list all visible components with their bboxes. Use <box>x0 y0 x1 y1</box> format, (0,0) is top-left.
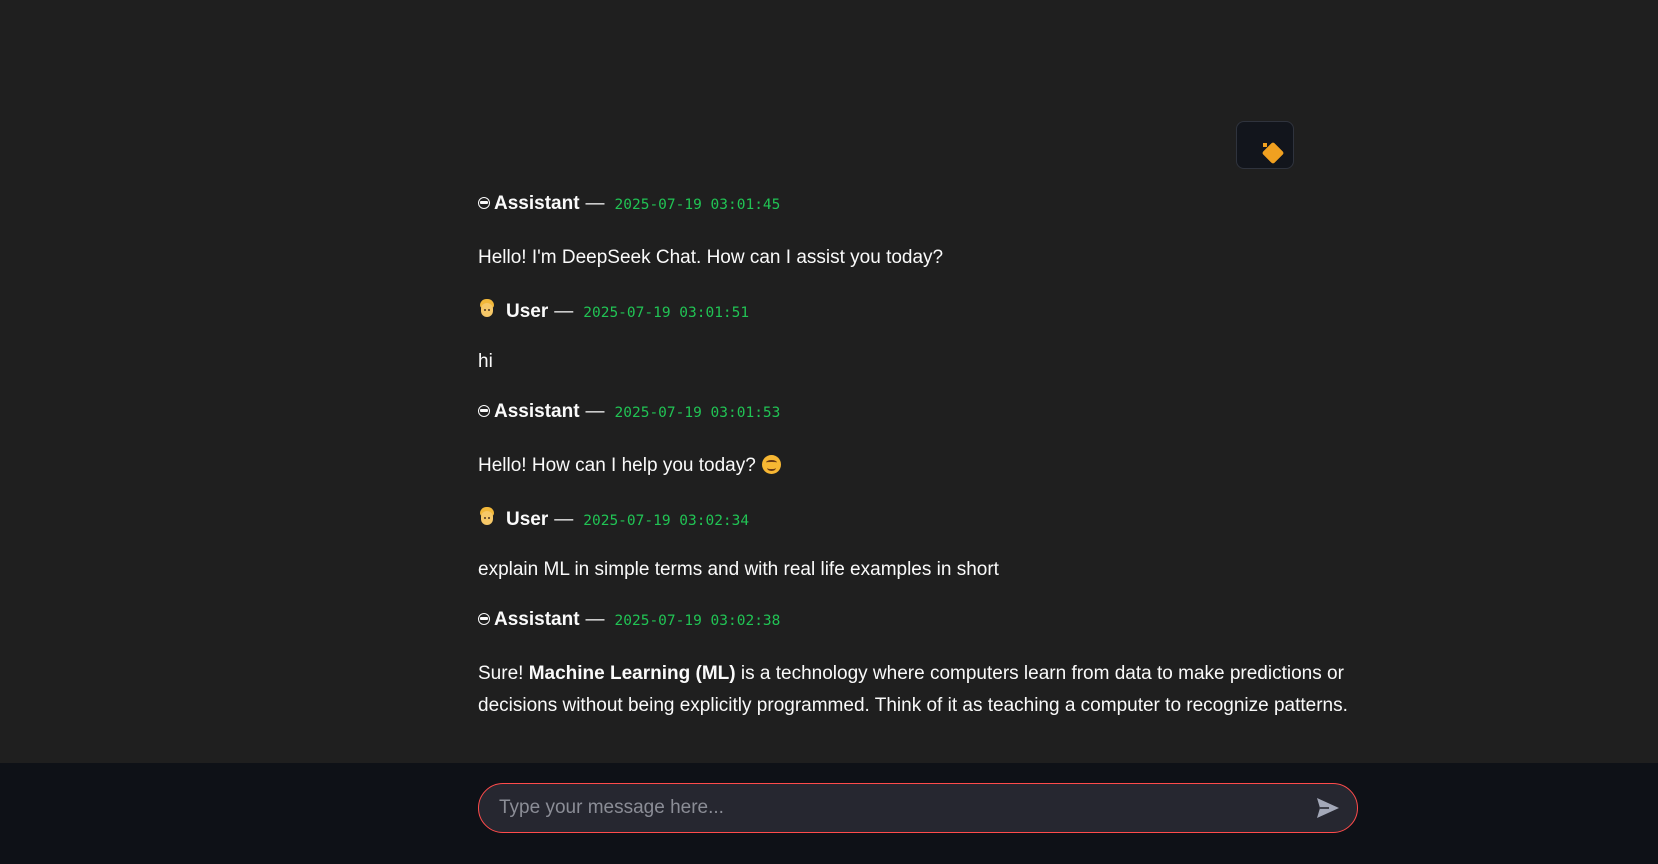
robot-icon <box>478 405 490 417</box>
message-header: Assistant — 2025-07-19 03:01:53 <box>478 401 780 423</box>
message-role: Assistant <box>494 609 580 630</box>
message-timestamp: 2025-07-19 03:02:34 <box>583 513 750 529</box>
separator: — <box>585 609 605 630</box>
message-role: Assistant <box>494 401 580 422</box>
user-avatar-icon <box>478 507 496 527</box>
send-icon <box>1317 798 1339 818</box>
message-text: Hello! I'm DeepSeek Chat. How can I assi… <box>478 247 944 268</box>
separator: — <box>554 301 574 322</box>
separator: — <box>554 509 574 530</box>
message-text: Hello! How can I help you today? <box>478 450 1358 482</box>
separator: — <box>585 401 605 422</box>
theme-toggle-button[interactable] <box>1236 121 1294 169</box>
chat-app: Assistant — 2025-07-19 03:01:45 Hello! I… <box>0 0 1658 864</box>
message-role: User <box>506 301 549 322</box>
chat-input[interactable] <box>479 784 1303 832</box>
message-role: User <box>506 509 549 530</box>
message-header: Assistant — 2025-07-19 03:01:45 <box>478 193 780 215</box>
smiling-face-icon <box>761 455 781 474</box>
robot-icon <box>478 197 490 209</box>
message-text: hi <box>478 351 493 372</box>
message-text-prefix: Sure! <box>478 663 529 684</box>
message-header: Assistant — 2025-07-19 03:02:38 <box>478 609 780 631</box>
message-timestamp: 2025-07-19 03:02:38 <box>614 613 781 629</box>
message-header: User — 2025-07-19 03:01:51 <box>478 297 749 323</box>
robot-icon <box>478 613 490 625</box>
chat-input-container <box>478 783 1358 833</box>
user-avatar-icon <box>478 299 496 319</box>
message-text-bold: Machine Learning (ML) <box>528 663 736 684</box>
send-button[interactable] <box>1303 784 1353 832</box>
chat-input-bar <box>0 763 1658 864</box>
separator: — <box>585 193 605 214</box>
message-timestamp: 2025-07-19 03:01:53 <box>614 405 781 421</box>
message-text-content: Hello! How can I help you today? <box>478 455 756 476</box>
message-timestamp: 2025-07-19 03:01:45 <box>614 197 781 213</box>
message-header: User — 2025-07-19 03:02:34 <box>478 505 749 531</box>
message-text: explain ML in simple terms and with real… <box>478 559 999 580</box>
message-text: Sure! Machine Learning (ML) is a technol… <box>478 658 1358 722</box>
message-role: Assistant <box>494 193 580 214</box>
message-timestamp: 2025-07-19 03:01:51 <box>583 305 750 321</box>
